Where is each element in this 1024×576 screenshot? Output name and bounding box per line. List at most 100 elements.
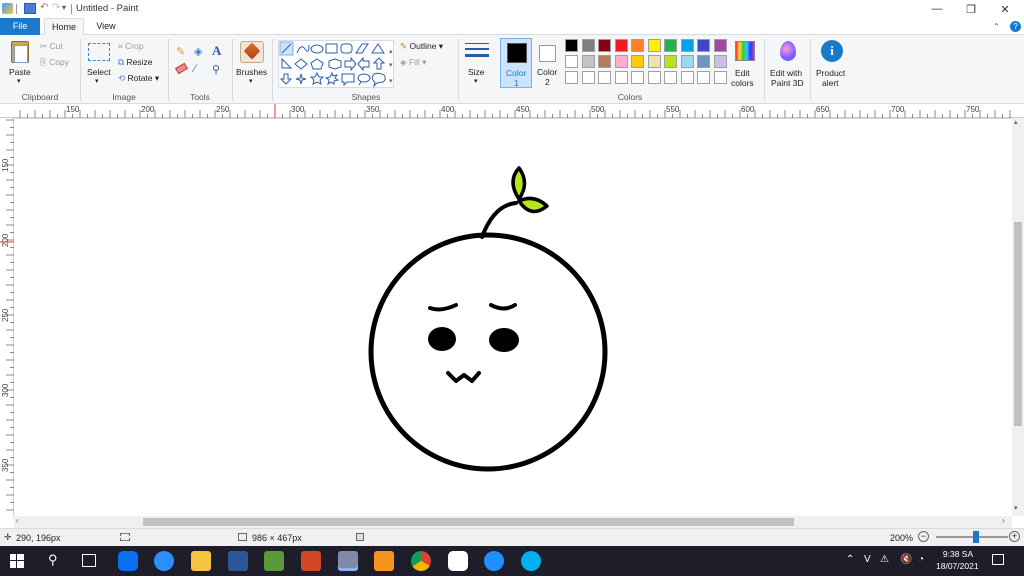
palette-swatch[interactable] [581, 55, 595, 68]
palette-swatch[interactable] [664, 55, 677, 68]
skype-icon[interactable] [521, 551, 541, 571]
color-picker-icon[interactable]: ⁄ [194, 63, 196, 75]
volume-muted-icon[interactable]: 🔇 [900, 554, 912, 565]
palette-swatch[interactable] [697, 39, 710, 52]
notifications-icon[interactable] [992, 554, 1004, 565]
input-method-v[interactable]: V [864, 554, 871, 565]
palette-swatch[interactable] [631, 39, 644, 52]
zoom-out-button[interactable]: − [918, 531, 929, 542]
minimize-button[interactable]: — [920, 0, 954, 18]
powerpoint-icon[interactable] [301, 551, 321, 571]
rotate-button[interactable]: ⟲ Rotate ▾ [118, 73, 159, 84]
windows-start-icon[interactable] [10, 554, 24, 568]
color2-button[interactable]: Color 2 [534, 38, 562, 88]
app-icon-orange[interactable] [374, 551, 394, 571]
brushes-button[interactable]: Brushes ▾ [234, 39, 270, 87]
undo-icon[interactable]: ↶ [40, 3, 52, 14]
scroll-right-icon[interactable]: › [1002, 516, 1005, 525]
cut-button[interactable]: ✂ Cut [40, 41, 63, 52]
palette-swatch[interactable] [713, 39, 727, 52]
color1-button[interactable]: Color 1 [500, 38, 532, 88]
clock-time[interactable]: 9:38 SA [942, 549, 974, 559]
palette-swatch[interactable] [598, 39, 611, 52]
fill-bucket-icon[interactable]: ◈ [194, 45, 202, 58]
product-alert-button[interactable]: i Product alert [814, 39, 850, 89]
palette-swatch[interactable] [631, 55, 644, 68]
vertical-scroll-thumb[interactable] [1014, 222, 1022, 426]
collapse-ribbon-icon[interactable]: ⌃ [993, 22, 1000, 31]
eraser-icon[interactable] [174, 62, 189, 75]
text-tool-icon[interactable]: A [212, 43, 221, 59]
zoom-slider-thumb[interactable] [972, 531, 979, 543]
drawing-canvas[interactable] [14, 119, 1012, 516]
tab-home[interactable]: Home [44, 18, 84, 35]
palette-swatch[interactable] [713, 55, 727, 68]
crop-button[interactable]: ⌗ Crop [118, 41, 144, 52]
app-icon-white[interactable] [448, 551, 468, 571]
select-button[interactable]: Select ▾ [84, 39, 114, 87]
outline-button[interactable]: ✎ Outline ▾ [400, 41, 443, 52]
edit-colors-button[interactable]: Edit colors [730, 39, 760, 89]
palette-swatch[interactable] [598, 55, 611, 68]
palette-swatch[interactable] [680, 39, 694, 52]
palette-swatch[interactable] [647, 55, 661, 68]
copy-button[interactable]: ⎘ Copy [40, 57, 69, 68]
scroll-left-icon[interactable]: ‹ [16, 516, 19, 525]
search-icon[interactable]: ⚲ [48, 552, 58, 568]
zoom-app-icon[interactable] [154, 551, 174, 571]
size-button[interactable]: Size ▾ [462, 39, 492, 87]
app-icon[interactable] [264, 551, 284, 571]
chrome-icon[interactable] [411, 551, 431, 571]
show-hidden-icons[interactable]: ⌃ [846, 554, 854, 565]
file-explorer-icon[interactable] [191, 551, 211, 571]
palette-swatch[interactable] [664, 39, 677, 52]
palette-swatch[interactable] [631, 71, 644, 84]
palette-swatch[interactable] [581, 71, 595, 84]
customize-quick-access-icon[interactable]: ▾ [62, 3, 74, 14]
palette-swatch[interactable] [598, 71, 611, 84]
vertical-scrollbar[interactable]: ▴ ▾ [1012, 118, 1024, 516]
internet-explorer-icon[interactable] [484, 551, 504, 571]
palette-swatch[interactable] [664, 71, 677, 84]
clock-date[interactable]: 18/07/2021 [936, 561, 979, 571]
palette-swatch[interactable] [614, 71, 628, 84]
task-view-icon[interactable] [82, 554, 96, 567]
palette-swatch[interactable] [614, 55, 628, 68]
palette-swatch[interactable] [614, 39, 628, 52]
palette-swatch[interactable] [647, 71, 661, 84]
restore-button[interactable]: ❐ [954, 0, 988, 18]
zalo-app-icon[interactable] [118, 551, 138, 571]
horizontal-scroll-thumb[interactable] [143, 518, 794, 526]
save-icon[interactable] [24, 3, 36, 14]
palette-swatch[interactable] [647, 39, 661, 52]
horizontal-scrollbar[interactable]: ‹ › [14, 516, 1012, 528]
network-disconnected-icon[interactable]: ⚠ [880, 554, 889, 565]
palette-swatch[interactable] [697, 71, 710, 84]
tab-file[interactable]: File [0, 18, 40, 35]
fill-button[interactable]: ◈ Fill ▾ [400, 57, 426, 68]
palette-swatch[interactable] [697, 55, 710, 68]
paste-button[interactable]: Paste ▾ [6, 39, 34, 87]
wifi-icon[interactable]: ◔ [918, 554, 924, 565]
palette-swatch[interactable] [565, 39, 578, 52]
palette-swatch[interactable] [565, 55, 578, 68]
help-icon[interactable]: ? [1010, 21, 1021, 32]
resize-button[interactable]: ⧉ Resize [118, 57, 152, 68]
palette-swatch[interactable] [565, 71, 578, 84]
tab-view[interactable]: View [86, 18, 126, 35]
shapes-gallery[interactable]: ▴ ▾ ▾ [278, 40, 394, 88]
scroll-up-icon[interactable]: ▴ [1014, 118, 1018, 126]
paint-taskbar-icon[interactable] [338, 551, 358, 571]
magnifier-icon[interactable]: ⚲ [212, 63, 220, 76]
word-icon[interactable] [228, 551, 248, 571]
palette-swatch[interactable] [713, 71, 727, 84]
edit-with-paint3d-button[interactable]: Edit with Paint 3D [768, 39, 808, 89]
pencil-icon[interactable]: ✎ [176, 45, 185, 58]
palette-swatch[interactable] [680, 55, 694, 68]
scroll-down-icon[interactable]: ▾ [1014, 504, 1018, 512]
zoom-slider[interactable] [936, 531, 1008, 543]
palette-swatch[interactable] [680, 71, 694, 84]
close-button[interactable]: ✕ [988, 0, 1022, 18]
zoom-in-button[interactable]: + [1009, 531, 1020, 542]
palette-swatch[interactable] [581, 39, 595, 52]
